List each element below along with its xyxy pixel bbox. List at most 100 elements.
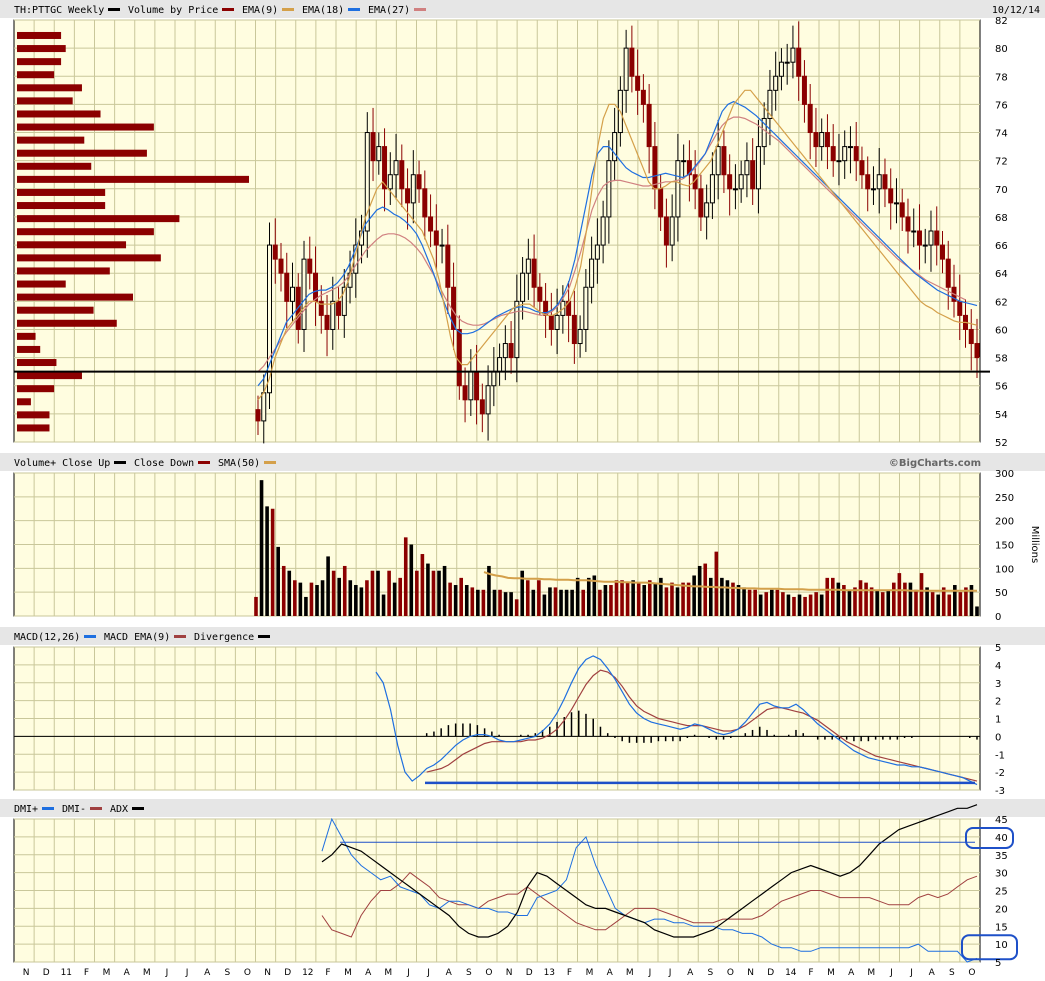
legend-label: MACD(12,26) (14, 632, 80, 643)
volume-bar (775, 589, 780, 616)
y-tick-label: 0 (995, 612, 1001, 623)
vbp-bar (17, 411, 50, 419)
candle-body (439, 244, 445, 247)
volume-bar (664, 587, 669, 616)
volume-bar (304, 596, 308, 616)
x-month-label: M (827, 968, 835, 978)
volume-bar (886, 589, 891, 616)
x-month-label: J (426, 968, 430, 978)
candle-body (750, 160, 756, 190)
candle-body (290, 286, 296, 302)
x-month-label: N (506, 968, 513, 978)
legend-swatch (108, 8, 120, 11)
legend-swatch (114, 461, 126, 464)
volume-bar (537, 580, 541, 616)
legend-swatch (348, 8, 360, 11)
candle-body (652, 146, 658, 190)
legend-swatch (222, 8, 234, 11)
volume-bar (525, 580, 530, 616)
x-month-label: A (446, 968, 453, 978)
vbp-bar (17, 175, 249, 183)
y-tick-label: -1 (995, 750, 1005, 761)
y-tick-label: 54 (995, 410, 1008, 421)
candle-body (640, 89, 646, 105)
candle-body (842, 146, 848, 162)
volume-bar (476, 589, 480, 616)
volume-bar (847, 589, 852, 616)
volume-bar (498, 589, 502, 616)
x-month-label: O (244, 968, 251, 978)
volume-bar (603, 585, 608, 616)
vbp-bar (17, 254, 161, 262)
candle-body (370, 132, 376, 162)
volume-bar (470, 587, 475, 616)
x-month-label: J (406, 968, 410, 978)
vbp-bar (17, 293, 133, 301)
volume-bar (365, 580, 369, 616)
volume-bar (786, 594, 791, 616)
x-month-label: A (687, 968, 694, 978)
volume-bar (254, 596, 258, 616)
x-month-label: 14 (785, 968, 797, 978)
vbp-bar (17, 162, 92, 170)
candle-body (261, 392, 267, 422)
vbp-bar (17, 359, 57, 367)
candle-body (957, 300, 963, 316)
candle-body (709, 174, 715, 204)
volume-bar (609, 585, 613, 616)
volume-bar (359, 587, 364, 616)
y-tick-label: 250 (995, 493, 1014, 504)
candle-body (520, 272, 526, 302)
vbp-bar (17, 71, 55, 79)
volume-bar (337, 577, 341, 616)
volume-bar (559, 589, 563, 616)
x-month-label: M (143, 968, 151, 978)
vbp-bar (17, 136, 85, 144)
candle-body (658, 188, 664, 218)
candle-body (968, 328, 974, 345)
x-month-label: M (586, 968, 594, 978)
candle-body (284, 272, 290, 302)
x-month-label: S (224, 968, 230, 978)
legend-swatch (258, 635, 270, 638)
volume-bar (620, 580, 624, 616)
candle-body (847, 146, 853, 149)
volume-bar (570, 589, 574, 616)
candle-body (899, 202, 905, 218)
volume-bar (392, 582, 397, 616)
candle-body (778, 61, 784, 77)
volume-bar (348, 580, 353, 616)
candle-body (336, 300, 342, 316)
candle-body (497, 357, 503, 373)
volume-bar (769, 589, 774, 616)
candle-body (313, 272, 319, 302)
candle-body (577, 328, 583, 345)
volume-bar (431, 570, 436, 616)
y-tick-label: 58 (995, 354, 1008, 365)
candle-body (928, 230, 934, 246)
volume-bar (825, 577, 830, 616)
y-tick-label: 35 (995, 851, 1008, 862)
volume-bar (747, 589, 752, 616)
legend-label: DMI+ (14, 804, 38, 815)
candle-body (945, 258, 951, 288)
candle-body (934, 230, 940, 246)
vbp-bar (17, 45, 66, 53)
x-month-label: M (867, 968, 875, 978)
candle-body (830, 146, 836, 162)
volume-bar (753, 589, 757, 616)
candle-body (583, 286, 589, 330)
x-month-label: J (909, 968, 913, 978)
legend-swatch (132, 807, 144, 810)
y-tick-label: 70 (995, 185, 1008, 196)
volume-bar (897, 573, 902, 616)
volume-bar (503, 592, 508, 616)
volume-bar (675, 587, 680, 616)
volume-bar (692, 575, 696, 616)
volume-bar (736, 585, 741, 616)
candle-body (813, 132, 819, 148)
y-tick-label: 60 (995, 325, 1008, 336)
volume-bar (409, 544, 414, 616)
x-month-label: D (43, 968, 50, 978)
chart-canvas: TH:PTTGC Weekly Volume by Price EMA(9) EMA(… (0, 0, 1045, 978)
